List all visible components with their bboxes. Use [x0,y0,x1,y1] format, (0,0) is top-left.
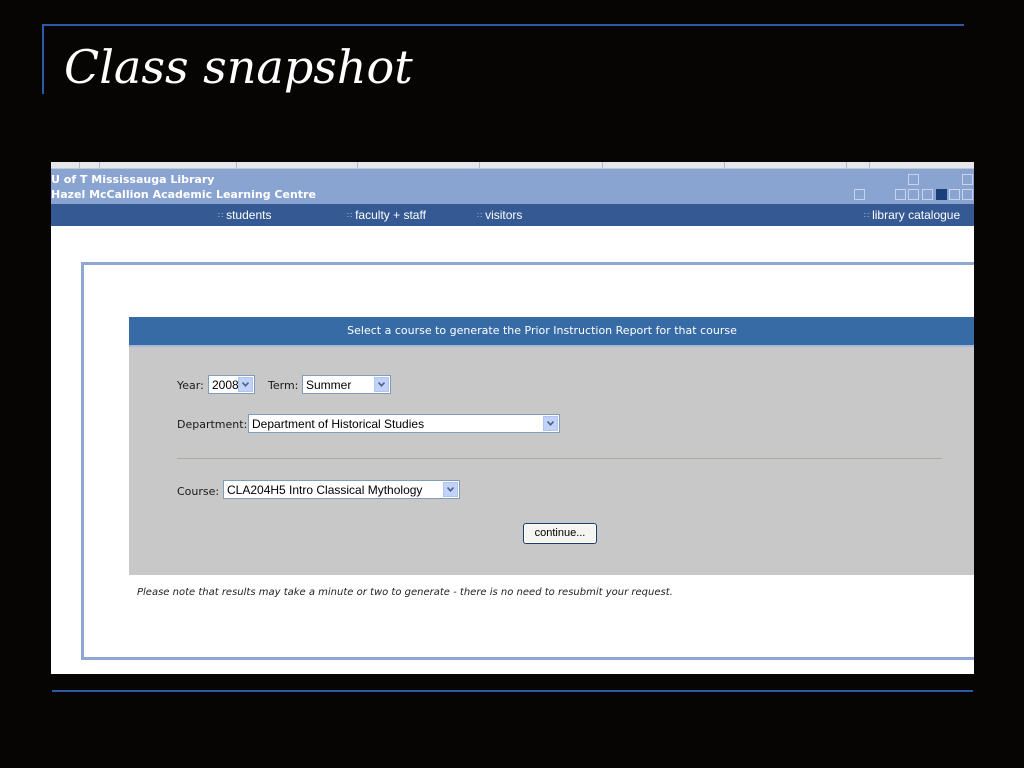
library-header: U of T Mississauga Library Hazel McCalli… [51,169,974,204]
department-label: Department: [177,418,248,431]
processing-note: Please note that results may take a minu… [137,587,673,598]
library-name[interactable]: U of T Mississauga Library Hazel McCalli… [51,172,316,202]
term-select[interactable]: Summer [302,375,391,394]
nav-label: students [226,208,272,222]
year-select[interactable]: 2008 [208,375,255,394]
continue-button[interactable]: continue... [523,523,597,544]
department-value: Department of Historical Studies [252,417,425,431]
title-rule [42,24,964,26]
library-name-line2: Hazel McCallion Academic Learning Centre [51,188,316,201]
course-label: Course: [177,485,220,498]
nav-faculty-staff[interactable]: ∷ faculty + staff [347,208,426,222]
form-header: Select a course to generate the Prior In… [129,317,974,347]
chevron-down-icon[interactable] [543,416,558,431]
grid-dots-icon: ∷ [218,211,224,220]
course-value: CLA204H5 Intro Classical Mythology [227,483,423,497]
slide: Class snapshot U of T Mississauga Librar… [0,0,1024,768]
form-header-text: Select a course to generate the Prior In… [347,324,737,337]
content-frame: Select a course to generate the Prior In… [81,262,974,660]
chevron-down-icon[interactable] [374,377,389,392]
year-value: 2008 [212,378,239,392]
decorative-squares-icon [854,172,974,204]
screenshot: U of T Mississauga Library Hazel McCalli… [51,162,974,674]
chevron-down-icon[interactable] [443,482,458,497]
year-label: Year: [177,379,204,392]
grid-dots-icon: ∷ [864,211,870,220]
navigation-bar: ∷ students ∷ faculty + staff ∷ visitors ∷ li… [51,204,974,226]
course-select[interactable]: CLA204H5 Intro Classical Mythology [223,480,460,499]
term-value: Summer [306,378,352,392]
library-name-line1: U of T Mississauga Library [51,173,215,186]
form-divider [177,458,942,459]
grid-dots-icon: ∷ [347,211,353,220]
nav-label: visitors [485,208,523,222]
bottom-rule [52,690,973,692]
title-rule-vertical [42,24,44,94]
nav-library-catalogue[interactable]: ∷ library catalogue [864,208,960,222]
nav-visitors[interactable]: ∷ visitors [477,208,522,222]
nav-label: library catalogue [872,208,961,222]
grid-dots-icon: ∷ [477,211,483,220]
browser-toolbar-strip [51,162,974,169]
report-form: Select a course to generate the Prior In… [129,317,974,575]
term-label: Term: [268,379,299,392]
department-select[interactable]: Department of Historical Studies [248,414,560,433]
nav-label: faculty + staff [355,208,426,222]
slide-title: Class snapshot [64,40,413,94]
chevron-down-icon[interactable] [238,377,253,392]
nav-students[interactable]: ∷ students [218,208,271,222]
